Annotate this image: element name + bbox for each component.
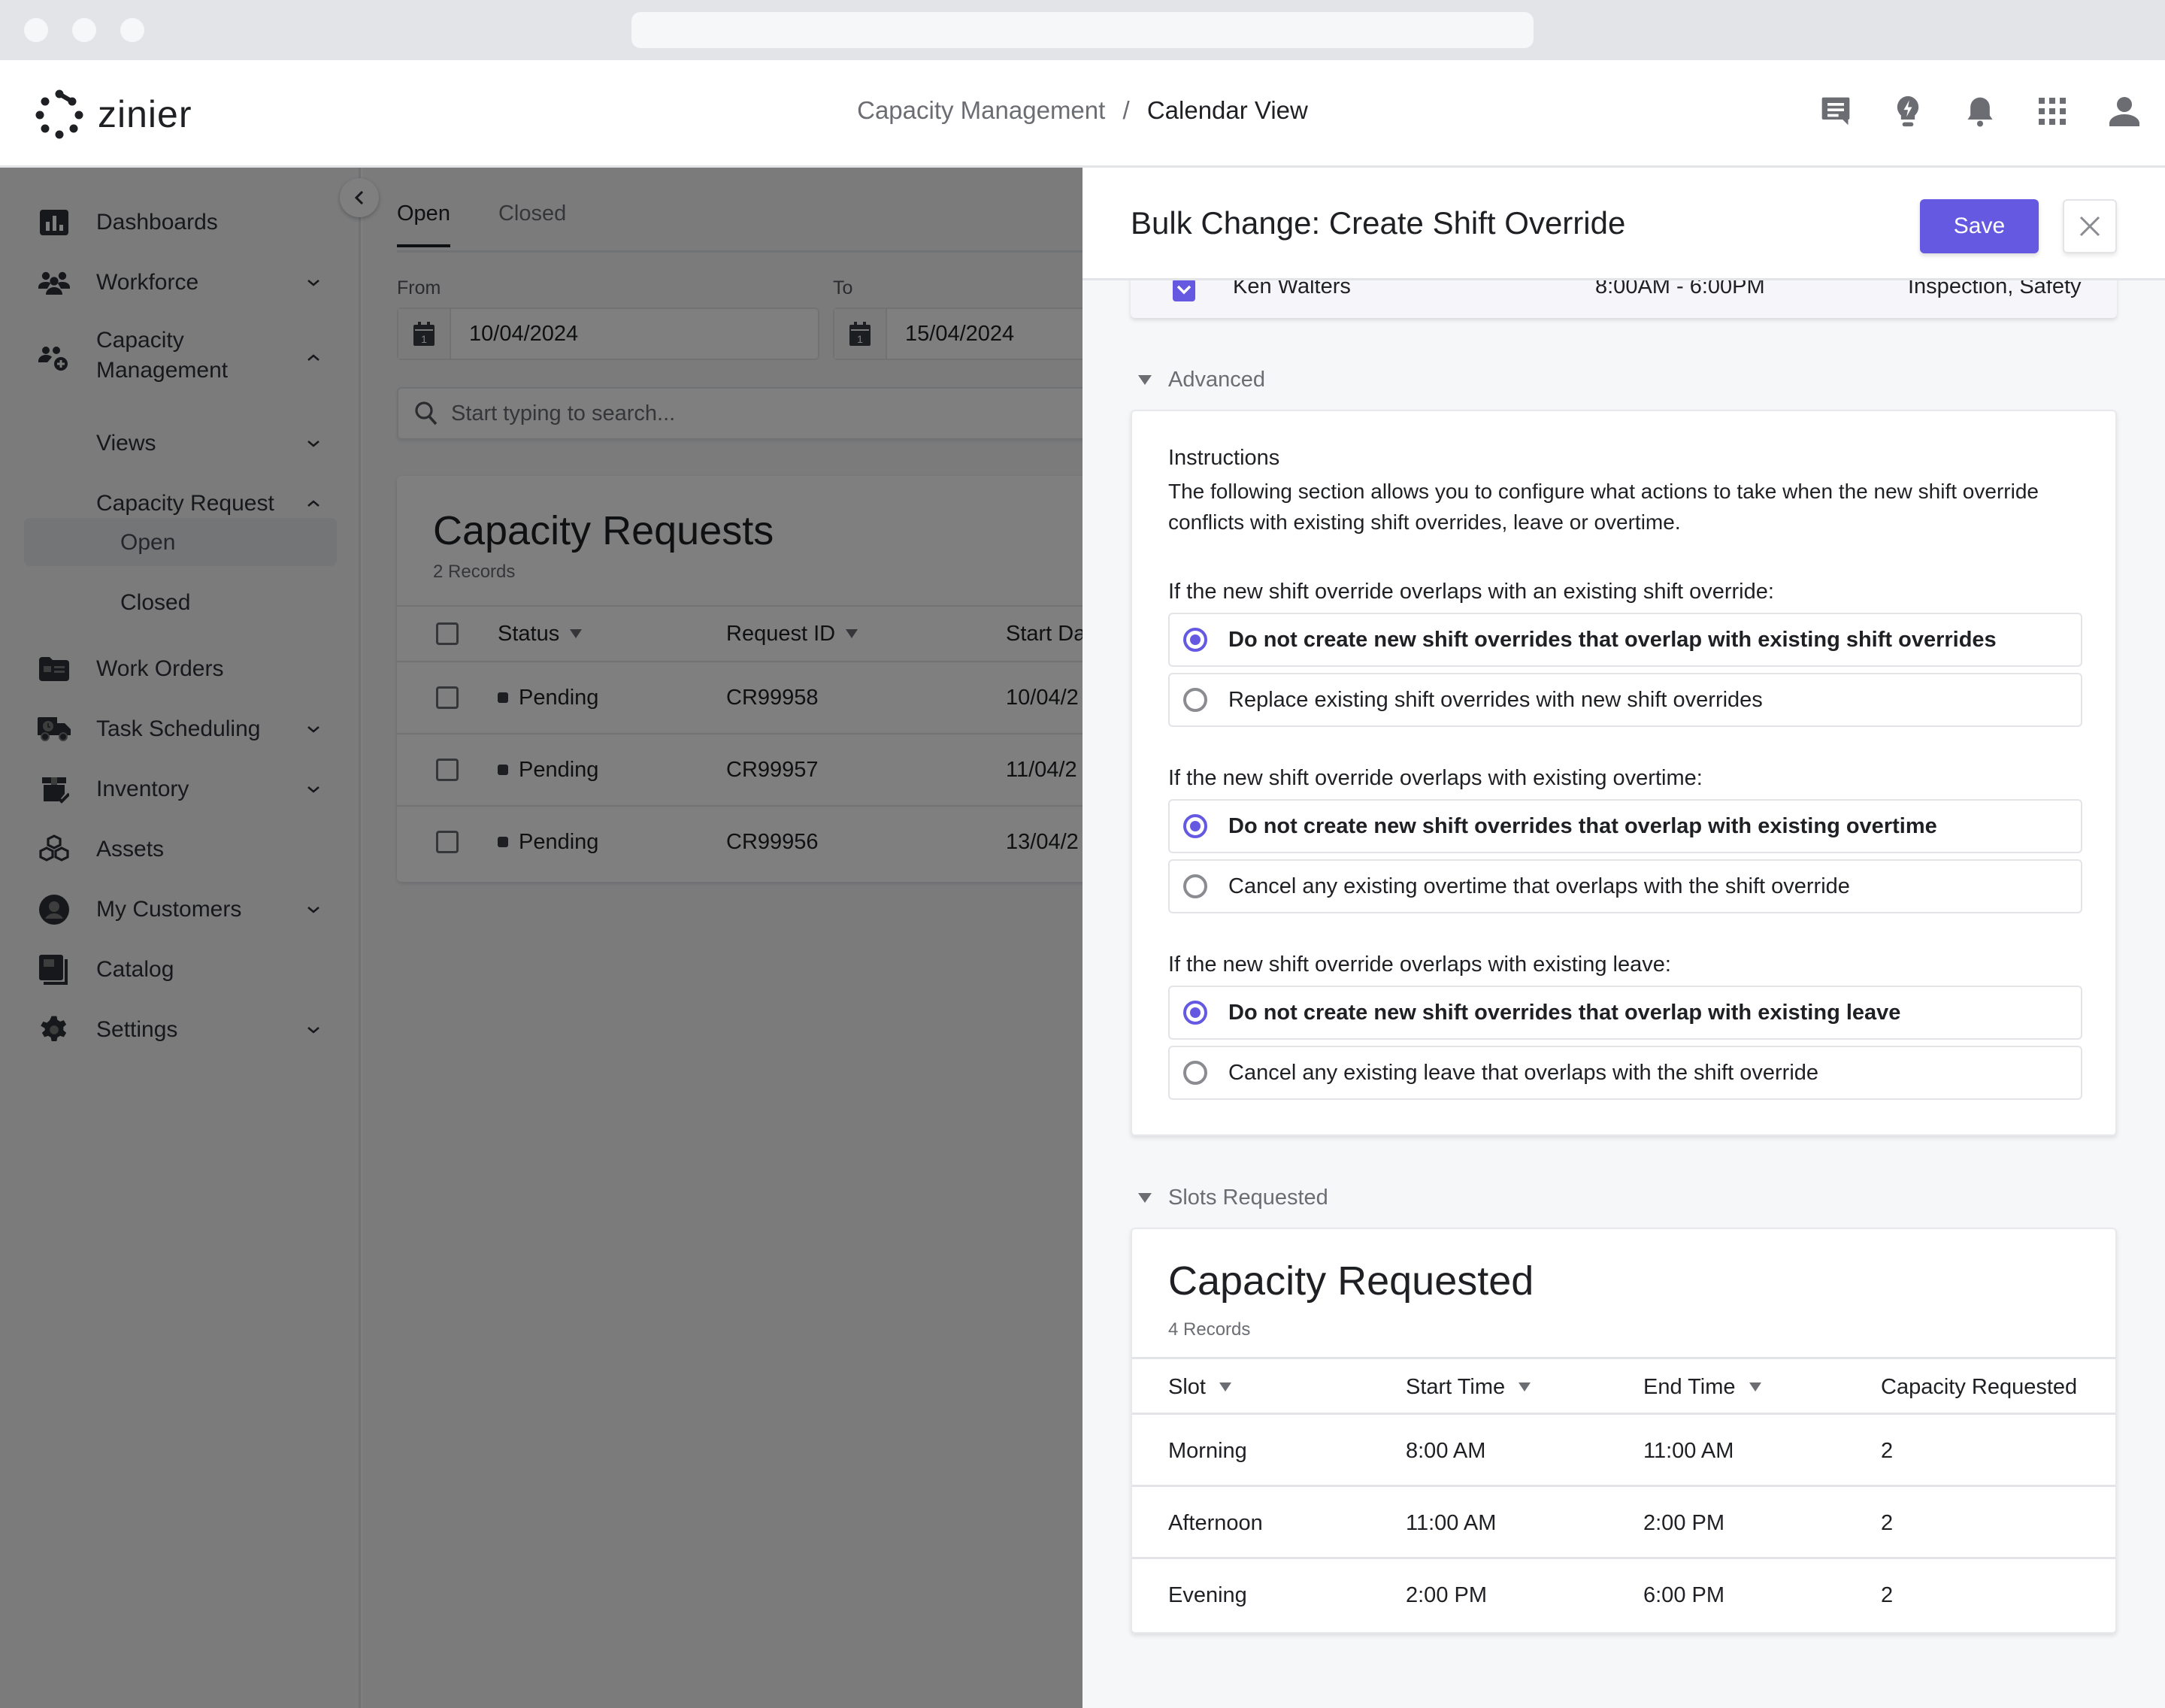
radio-label: Do not create new shift overrides that o…: [1228, 813, 1937, 838]
capacity-requested-card: Capacity Requested 4 Records Slot Start …: [1131, 1228, 2117, 1634]
advanced-section-toggle[interactable]: Advanced: [1138, 368, 1265, 392]
column-label: Start Time: [1406, 1374, 1506, 1399]
sort-arrow-icon: [1749, 1382, 1761, 1392]
user-icon[interactable]: [2106, 93, 2142, 129]
drawer-title: Bulk Change: Create Shift Override: [1131, 205, 1626, 241]
radio-button[interactable]: [1183, 1061, 1207, 1085]
overtime-question: If the new shift override overlaps with …: [1168, 766, 1703, 790]
apps-grid-icon[interactable]: [2034, 93, 2070, 129]
table-row[interactable]: Evening 2:00 PM 6:00 PM 2: [1132, 1557, 2115, 1629]
breadcrumb-parent[interactable]: Capacity Management: [857, 96, 1105, 124]
table-row[interactable]: Morning 8:00 AM 11:00 AM 2: [1132, 1413, 2115, 1485]
drawer-header: Bulk Change: Create Shift Override Save: [1082, 168, 2165, 280]
slot-cell: Afternoon: [1168, 1510, 1263, 1535]
record-count: 4 Records: [1168, 1319, 1251, 1340]
address-bar[interactable]: [631, 12, 1534, 48]
window-maximize-dot[interactable]: [120, 18, 144, 42]
sort-arrow-icon: [1519, 1382, 1531, 1392]
column-label: Slot: [1168, 1374, 1206, 1399]
start-time-cell: 8:00 AM: [1406, 1438, 1486, 1463]
start-time-cell: 11:00 AM: [1406, 1510, 1497, 1535]
radio-button[interactable]: [1183, 874, 1207, 898]
close-icon: [2079, 216, 2100, 237]
column-label: End Time: [1643, 1374, 1736, 1399]
radio-option[interactable]: Cancel any existing leave that overlaps …: [1168, 1046, 2082, 1100]
caret-down-icon: [1138, 1193, 1152, 1203]
end-time-cell: 6:00 PM: [1643, 1582, 1724, 1607]
radio-button[interactable]: [1183, 688, 1207, 712]
employee-checkbox[interactable]: [1173, 279, 1195, 301]
breadcrumb-current: Calendar View: [1146, 96, 1308, 124]
window-close-dot[interactable]: [24, 18, 48, 42]
start-time-cell: 2:00 PM: [1406, 1582, 1487, 1607]
chat-icon[interactable]: [1818, 93, 1854, 129]
lightbulb-icon[interactable]: [1890, 93, 1926, 129]
slot-cell: Evening: [1168, 1582, 1247, 1607]
section-label: Slots Requested: [1168, 1186, 1328, 1210]
column-header-end-time[interactable]: End Time: [1643, 1359, 1761, 1415]
radio-label: Cancel any existing overtime that overla…: [1228, 874, 1850, 898]
table-row[interactable]: Afternoon 11:00 AM 2:00 PM 2: [1132, 1485, 2115, 1557]
close-button[interactable]: [2063, 199, 2117, 253]
radio-label: Replace existing shift overrides with ne…: [1228, 687, 1763, 712]
radio-option[interactable]: Cancel any existing overtime that overla…: [1168, 859, 2082, 913]
sort-arrow-icon: [1219, 1382, 1231, 1392]
column-header-start-time[interactable]: Start Time: [1406, 1359, 1531, 1415]
bell-icon[interactable]: [1962, 93, 1998, 129]
advanced-card: Instructions The following section allow…: [1131, 410, 2117, 1136]
radio-label: Cancel any existing leave that overlaps …: [1228, 1060, 1819, 1085]
slots-section-toggle[interactable]: Slots Requested: [1138, 1186, 1328, 1210]
capacity-cell: 2: [1881, 1582, 1894, 1607]
leave-question: If the new shift override overlaps with …: [1168, 952, 1671, 977]
slot-cell: Morning: [1168, 1438, 1247, 1463]
breadcrumb-separator: /: [1122, 96, 1130, 124]
radio-label: Do not create new shift overrides that o…: [1228, 627, 1997, 652]
save-button[interactable]: Save: [1920, 199, 2039, 253]
radio-option[interactable]: Do not create new shift overrides that o…: [1168, 613, 2082, 667]
radio-button-selected[interactable]: [1183, 814, 1207, 838]
end-time-cell: 2:00 PM: [1643, 1510, 1724, 1535]
capacity-cell: 2: [1881, 1510, 1894, 1535]
column-header-capacity[interactable]: Capacity Requested: [1881, 1359, 2077, 1415]
card-title: Capacity Requested: [1168, 1258, 1534, 1304]
table-header-row: Slot Start Time End Time Capacity Reques…: [1132, 1357, 2115, 1413]
modal-backdrop[interactable]: [0, 168, 1082, 1708]
instructions-text: The following section allows you to conf…: [1168, 480, 2039, 534]
column-label: Capacity Requested: [1881, 1374, 2078, 1399]
capacity-cell: 2: [1881, 1438, 1894, 1463]
column-header-slot[interactable]: Slot: [1168, 1359, 1231, 1415]
bulk-change-drawer: Bulk Change: Create Shift Override Save …: [1082, 168, 2165, 1708]
radio-label: Do not create new shift overrides that o…: [1228, 1000, 1901, 1025]
radio-button-selected[interactable]: [1183, 1001, 1207, 1025]
end-time-cell: 11:00 AM: [1643, 1438, 1734, 1463]
section-label: Advanced: [1168, 368, 1265, 392]
radio-option[interactable]: Do not create new shift overrides that o…: [1168, 799, 2082, 853]
radio-button-selected[interactable]: [1183, 628, 1207, 652]
browser-chrome: [0, 0, 2165, 60]
app-header: zinier Capacity Management / Calendar Vi…: [0, 60, 2165, 168]
window-minimize-dot[interactable]: [72, 18, 96, 42]
radio-option[interactable]: Do not create new shift overrides that o…: [1168, 986, 2082, 1040]
radio-option[interactable]: Replace existing shift overrides with ne…: [1168, 673, 2082, 727]
header-actions: [1818, 93, 2142, 129]
checkmark-icon: [1176, 285, 1192, 295]
instructions-heading: Instructions: [1168, 446, 1280, 470]
shift-override-question: If the new shift override overlaps with …: [1168, 580, 1774, 604]
caret-down-icon: [1138, 375, 1152, 385]
